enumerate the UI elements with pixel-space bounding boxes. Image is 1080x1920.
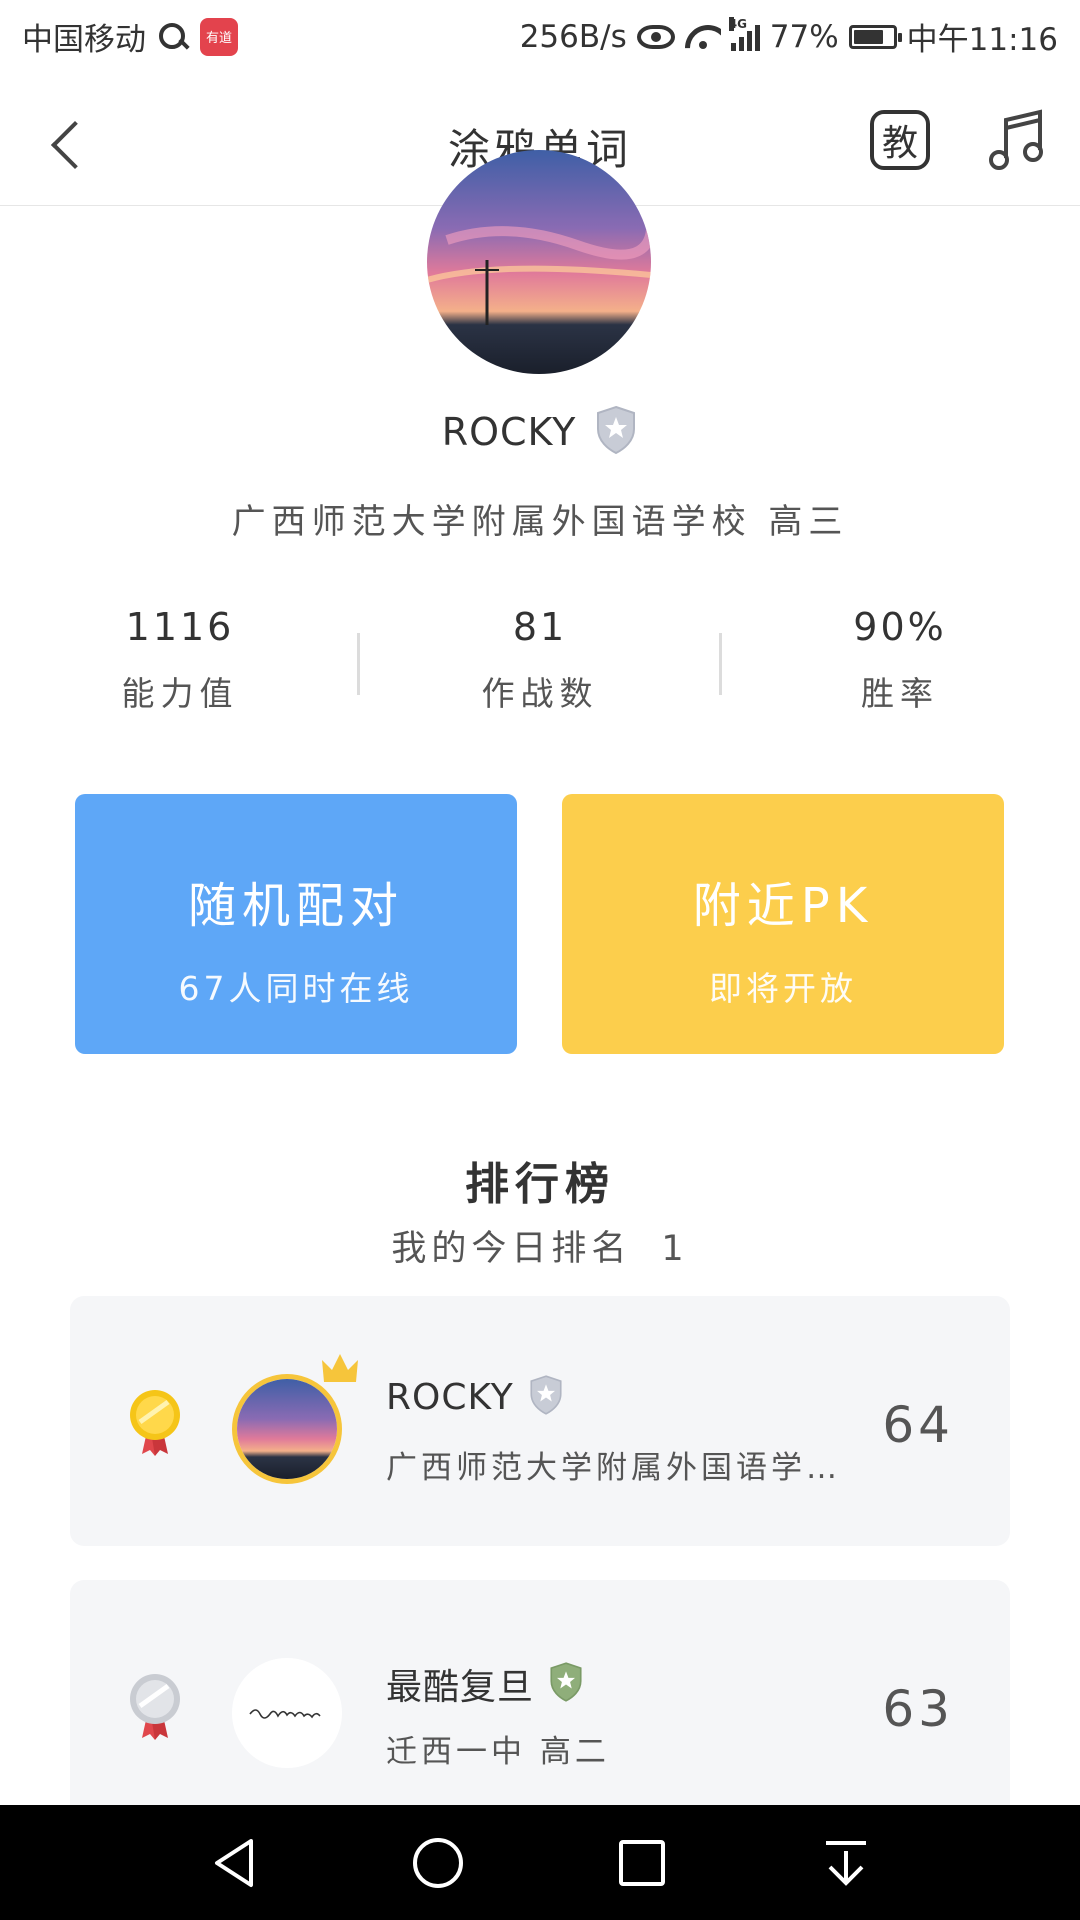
gold-medal-icon: [128, 1388, 182, 1458]
my-rank: 我的今日排名 1: [0, 1220, 1080, 1271]
my-rank-value: 1: [661, 1229, 689, 1269]
leaderboard-title: 排行榜: [465, 1159, 615, 1210]
clock: 中午11:16: [906, 22, 1058, 58]
nearby-pk-status: 即将开放: [709, 969, 857, 1008]
net-speed: 256B/s: [519, 18, 627, 55]
stat-winrate: 90% 胜率: [750, 605, 1050, 715]
user-name-row: 最酷复旦: [386, 1658, 584, 1710]
stat-value: 1116: [125, 605, 235, 649]
nearby-pk-title: 附近PK: [692, 878, 874, 934]
battery-percent: 77%: [769, 18, 839, 55]
user-name: 最酷复旦: [386, 1667, 535, 1708]
profile-school: 广西师范大学附属外国语学校 高三: [231, 502, 849, 542]
online-count: 67人同时在线: [178, 969, 414, 1008]
profile-name-row: ROCKY: [0, 405, 1080, 459]
battery-icon: [848, 24, 902, 49]
status-bar: 中国移动 有道 256B/s 4G 77% 中午11:16: [0, 0, 1080, 76]
stat-divider: [357, 633, 360, 695]
system-nav-bar: [0, 1805, 1080, 1920]
user-name: ROCKY: [386, 1376, 514, 1418]
random-match-title: 随机配对: [187, 878, 404, 934]
music-note-icon[interactable]: [988, 106, 1048, 176]
user-name-row: ROCKY: [386, 1374, 564, 1420]
leaderboard-row[interactable]: 最酷复旦 迁西一中 高二 63: [70, 1580, 1010, 1840]
stat-divider: [719, 633, 722, 695]
youdao-app-icon: 有道: [200, 17, 238, 56]
triangle-back-icon[interactable]: [205, 1833, 265, 1893]
profile-username: ROCKY: [441, 410, 577, 454]
stat-value: 90%: [853, 605, 947, 649]
carrier-label: 中国移动: [22, 22, 146, 58]
stat-label: 能力值: [121, 674, 239, 713]
stat-ability: 1116 能力值: [30, 605, 330, 715]
user-school: 迁西一中 高二: [386, 1734, 610, 1770]
crown-icon: [320, 1352, 360, 1388]
nearby-pk-button[interactable]: 附近PK 即将开放: [562, 794, 1004, 1054]
user-school: 广西师范大学附属外国语学…: [386, 1450, 841, 1486]
stat-value: 81: [512, 605, 568, 649]
search-icon: [156, 20, 190, 54]
shield-badge-icon: [528, 1374, 564, 1420]
user-avatar[interactable]: [232, 1374, 342, 1484]
green-shield-badge-icon: [548, 1661, 584, 1707]
user-score: 64: [882, 1396, 954, 1454]
signal-icon: 4G: [728, 16, 760, 51]
stat-battles: 81 作战数: [390, 605, 690, 715]
leaderboard-row[interactable]: ROCKY 广西师范大学附属外国语学… 64: [70, 1296, 1010, 1546]
silver-medal-icon: [128, 1672, 182, 1742]
stats-row: 1116 能力值 81 作战数 90% 胜率: [0, 605, 1080, 735]
eye-icon: [636, 24, 675, 49]
network-type: 4G: [728, 16, 747, 31]
my-rank-label: 我的今日排名: [391, 1229, 632, 1269]
profile-avatar[interactable]: [427, 150, 651, 374]
circle-home-icon[interactable]: [408, 1833, 468, 1893]
teach-button[interactable]: 教: [870, 110, 930, 170]
shield-badge-icon: [594, 405, 638, 459]
user-score: 63: [882, 1680, 954, 1738]
wifi-icon: [685, 23, 721, 51]
user-avatar[interactable]: [232, 1658, 342, 1768]
random-match-button[interactable]: 随机配对 67人同时在线: [75, 794, 517, 1054]
stat-label: 胜率: [861, 674, 939, 713]
pull-down-icon[interactable]: [816, 1833, 876, 1893]
stat-label: 作战数: [481, 674, 599, 713]
square-recents-icon[interactable]: [612, 1833, 672, 1893]
